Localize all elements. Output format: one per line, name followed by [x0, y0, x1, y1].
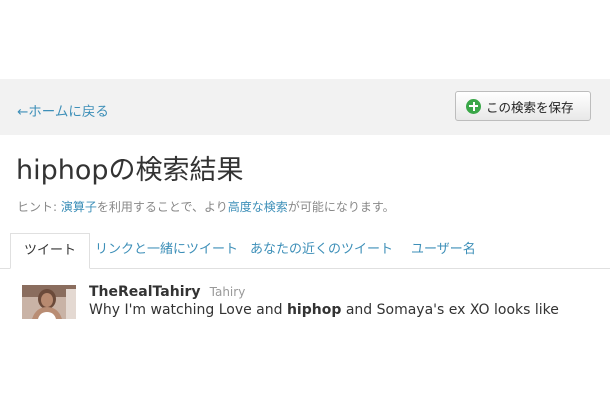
result-tabs: ツイート リンクと一緒にツイート あなたの近くのツイート ユーザー名	[0, 233, 610, 269]
save-search-button[interactable]: この検索を保存	[455, 91, 591, 121]
tweet-text-before: Why I'm watching Love and	[89, 302, 287, 318]
page-title: hiphopの検索結果	[16, 155, 244, 186]
search-results-page: ←ホームに戻る この検索を保存 hiphopの検索結果 ヒント: 演算子を利用す…	[0, 0, 610, 400]
top-bar: ←ホームに戻る この検索を保存	[0, 79, 610, 135]
advanced-search-link[interactable]: 高度な検索	[228, 200, 288, 214]
hint-prefix: ヒント:	[17, 200, 61, 214]
operators-link[interactable]: 演算子	[61, 200, 97, 214]
hint-middle: を利用することで、より	[96, 200, 228, 214]
tab-usernames[interactable]: ユーザー名	[411, 233, 476, 268]
avatar-photo	[22, 285, 76, 319]
tab-tweets-near-you[interactable]: あなたの近くのツイート	[250, 233, 393, 268]
tweet-header: TheRealTahiry Tahiry	[89, 281, 245, 300]
search-hint: ヒント: 演算子を利用することで、より高度な検索が可能になります。	[17, 198, 395, 215]
hint-suffix: が可能になります。	[287, 200, 395, 214]
back-to-home-link[interactable]: ←ホームに戻る	[17, 100, 109, 120]
tweet-screen-name[interactable]: TheRealTahiry	[89, 284, 201, 300]
tweet-user-name: Tahiry	[209, 285, 246, 299]
save-search-label: この検索を保存	[486, 99, 574, 115]
tweet-text-after: and Somaya's ex XO looks like	[341, 302, 559, 318]
tab-tweets-with-links[interactable]: リンクと一緒にツイート	[95, 233, 238, 268]
tweet-text: Why I'm watching Love and hiphop and Som…	[89, 302, 559, 318]
tab-tweets[interactable]: ツイート	[10, 233, 91, 269]
avatar[interactable]	[22, 285, 76, 319]
tweet-keyword-highlight: hiphop	[286, 302, 342, 318]
plus-circle-icon	[466, 98, 481, 114]
tweet-item[interactable]: TheRealTahiry Tahiry Why I'm watching Lo…	[0, 268, 610, 328]
